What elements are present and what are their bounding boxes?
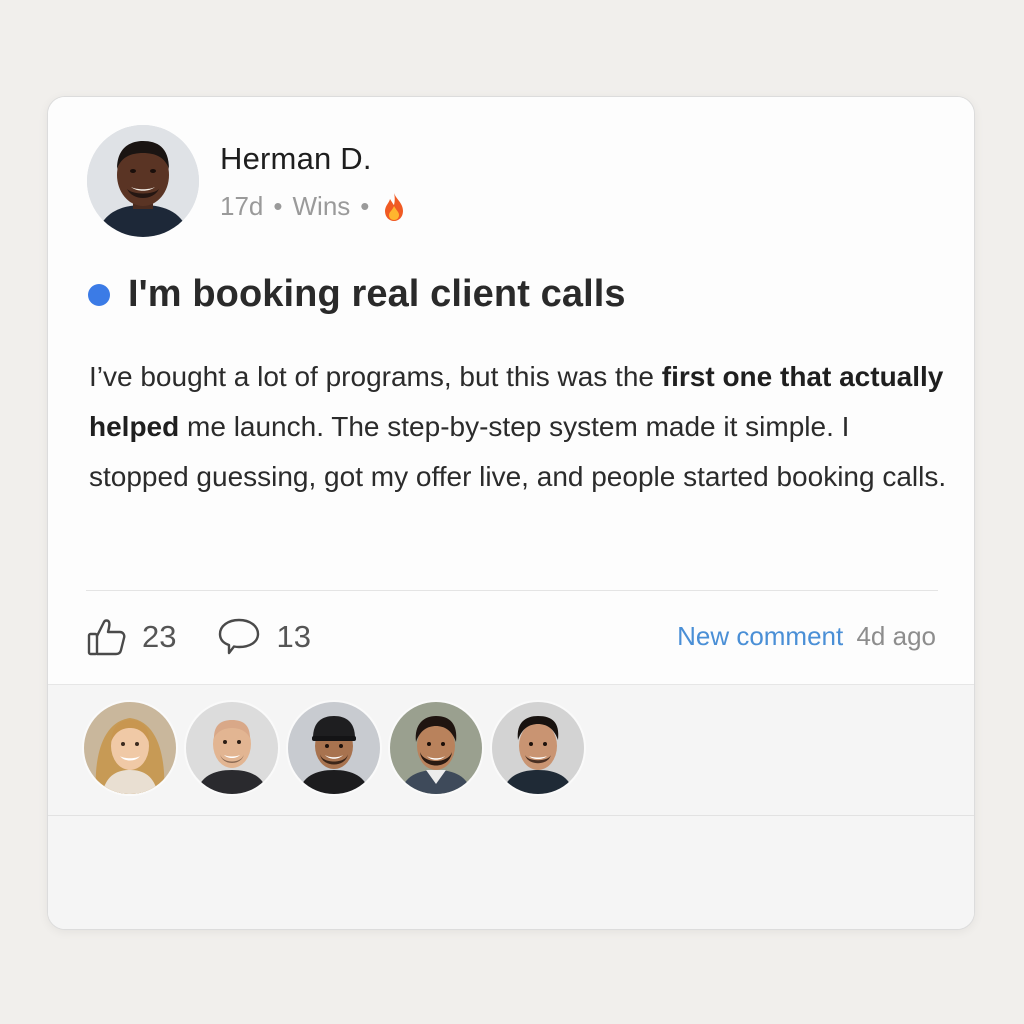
post-content-area: Herman D. 17d • Wins • I'm booking real …	[48, 97, 974, 684]
thumbs-up-icon	[86, 616, 128, 658]
comment-count: 13	[276, 619, 311, 654]
post-actions: 23 13	[86, 612, 311, 662]
post-age: 17d	[220, 191, 264, 221]
post-title[interactable]: I'm booking real client calls	[88, 273, 626, 316]
post-title-text: I'm booking real client calls	[128, 273, 626, 315]
participants-footer	[48, 684, 974, 929]
comment-bubble-icon	[216, 616, 262, 658]
divider	[86, 590, 938, 591]
unread-indicator	[88, 283, 110, 306]
post-card[interactable]: Herman D. 17d • Wins • I'm booking real …	[47, 96, 975, 930]
post-meta: 17d • Wins •	[220, 191, 407, 222]
fire-icon	[381, 192, 407, 222]
new-comment-link[interactable]: New comment	[677, 621, 843, 651]
participant-avatar[interactable]	[186, 702, 278, 794]
like-count: 23	[142, 619, 177, 654]
activity-time: 4d ago	[856, 621, 936, 651]
participant-avatars	[84, 702, 594, 794]
author-avatar[interactable]	[87, 125, 199, 237]
post-body-text: me launch. The step-by-step system made …	[89, 411, 947, 492]
participant-avatar[interactable]	[288, 702, 380, 794]
participant-avatar[interactable]	[492, 702, 584, 794]
footer-divider	[48, 815, 974, 816]
participant-avatar[interactable]	[390, 702, 482, 794]
post-body: I’ve bought a lot of programs, but this …	[89, 352, 949, 502]
post-body-text: I’ve bought a lot of programs, but this …	[89, 361, 662, 392]
last-activity: New comment 4d ago	[677, 621, 936, 652]
comment-button[interactable]: 13	[216, 616, 311, 658]
participant-avatar[interactable]	[84, 702, 176, 794]
post-category[interactable]: Wins	[293, 191, 351, 222]
like-button[interactable]: 23	[86, 616, 176, 658]
author-name[interactable]: Herman D.	[220, 141, 372, 177]
meta-separator: •	[273, 191, 283, 221]
meta-separator: •	[360, 191, 370, 221]
